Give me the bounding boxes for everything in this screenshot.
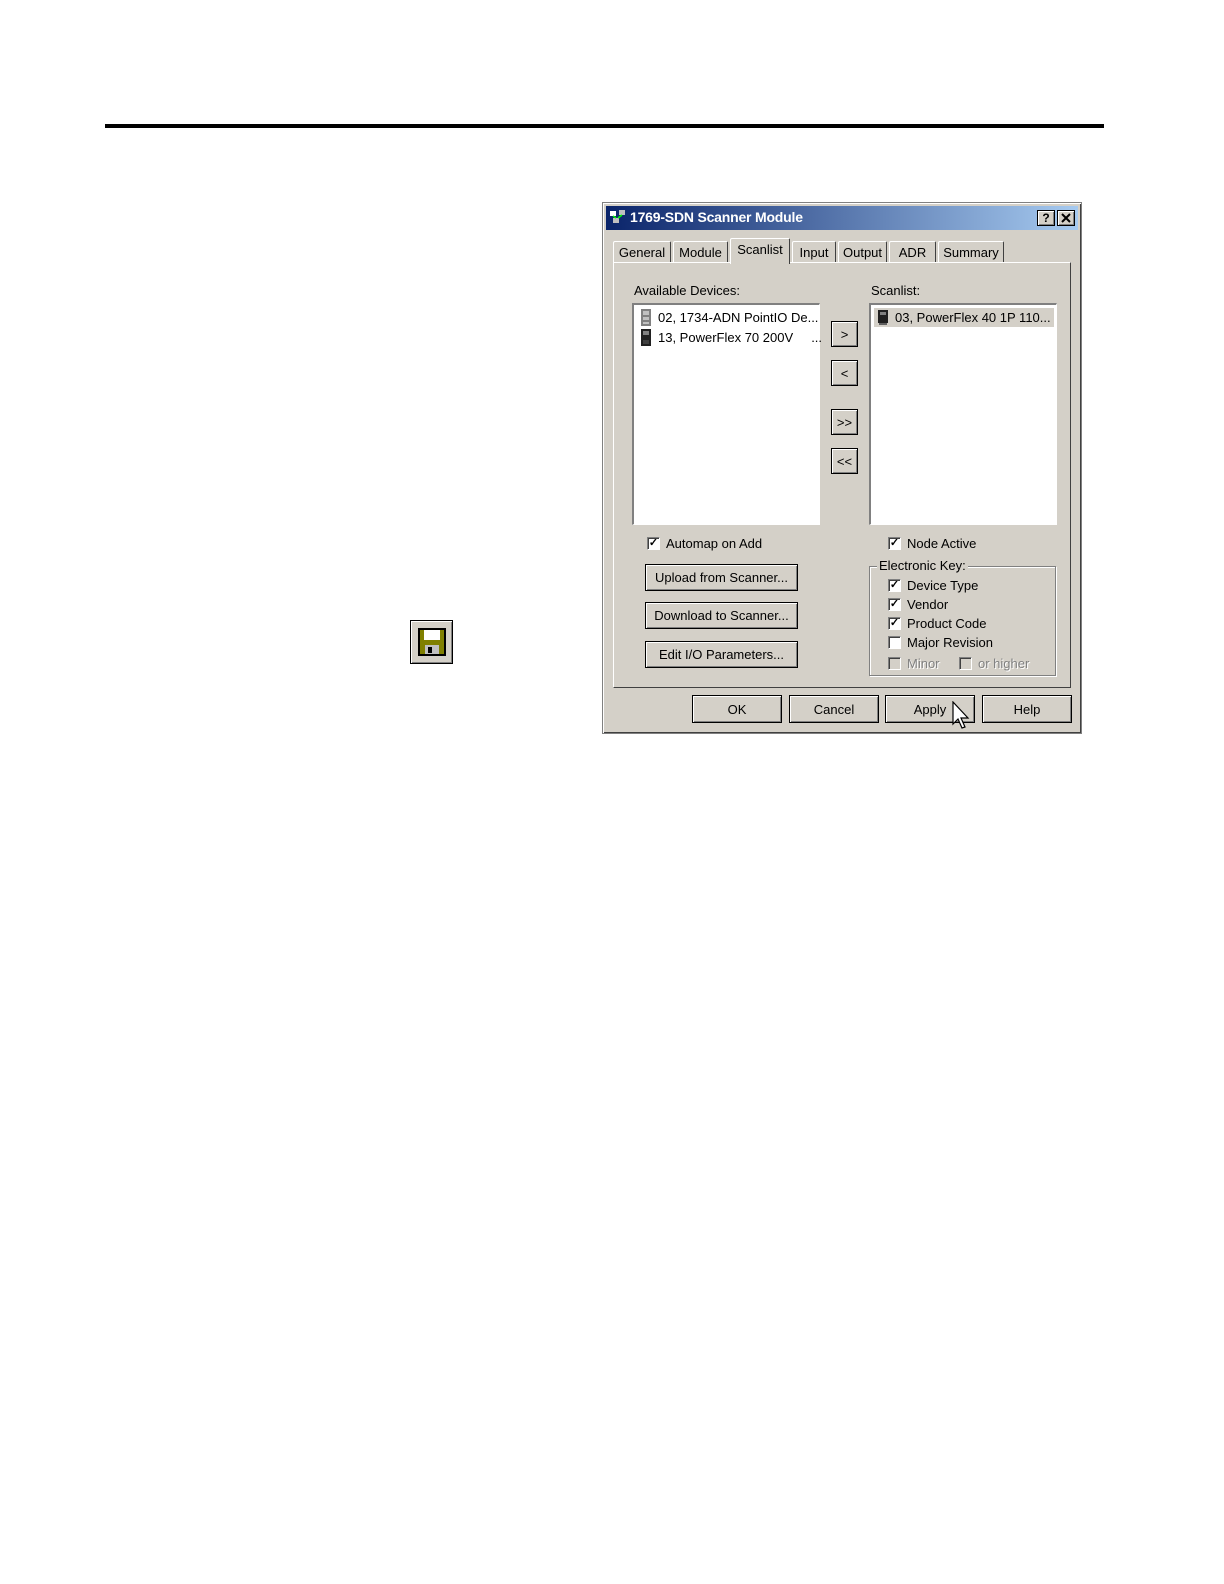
list-item-label: 02, 1734-ADN PointIO De...	[658, 310, 819, 325]
mouse-pointer-icon	[952, 701, 970, 729]
vendor-label: Vendor	[907, 597, 949, 612]
help-title-button[interactable]: ?	[1037, 210, 1055, 226]
title-bar: 1769-SDN Scanner Module ?	[606, 206, 1078, 230]
ok-button[interactable]: OK	[692, 695, 782, 723]
product-code-label: Product Code	[907, 616, 987, 631]
major-revision-checkbox[interactable]	[888, 636, 901, 649]
tab-adr[interactable]: ADR	[889, 241, 936, 263]
page-rule	[105, 124, 1104, 128]
tab-input[interactable]: Input	[792, 241, 836, 263]
close-icon	[1061, 213, 1071, 223]
device-type-label: Device Type	[907, 578, 979, 593]
or-higher-checkbox[interactable]	[959, 657, 972, 670]
pointio-adapter-icon	[641, 309, 651, 326]
save-button[interactable]	[410, 620, 453, 664]
product-code-checkbox[interactable]: ✓	[888, 617, 901, 630]
tab-output[interactable]: Output	[838, 241, 887, 263]
cancel-button[interactable]: Cancel	[789, 695, 879, 723]
add-all-devices-button[interactable]: >>	[831, 409, 858, 435]
scanlist-list[interactable]: 03, PowerFlex 40 1P 110...	[869, 303, 1057, 525]
close-button[interactable]	[1057, 210, 1075, 226]
list-item-label: 03, PowerFlex 40 1P 110...	[895, 310, 1051, 325]
electronic-key-title: Electronic Key:	[877, 558, 968, 573]
tab-summary[interactable]: Summary	[938, 241, 1004, 263]
list-item-label: 13, PowerFlex 70 200V ...	[658, 330, 823, 345]
node-active-label: Node Active	[907, 536, 977, 551]
remove-device-button[interactable]: <	[831, 360, 858, 386]
drive-icon	[878, 310, 888, 325]
vendor-checkbox[interactable]: ✓	[888, 598, 901, 611]
help-button[interactable]: Help	[982, 695, 1072, 723]
minor-checkbox[interactable]	[888, 657, 901, 670]
list-item[interactable]: 02, 1734-ADN PointIO De...	[637, 308, 819, 327]
device-type-checkbox[interactable]: ✓	[888, 579, 901, 592]
or-higher-label: or higher	[978, 656, 1030, 671]
available-devices-list[interactable]: 02, 1734-ADN PointIO De... 13, PowerFlex…	[632, 303, 822, 525]
upload-from-scanner-button[interactable]: Upload from Scanner...	[645, 564, 798, 591]
list-item[interactable]: 13, PowerFlex 70 200V ...	[637, 328, 822, 347]
automap-label: Automap on Add	[666, 536, 763, 551]
tab-scanlist[interactable]: Scanlist	[730, 238, 790, 264]
tab-module[interactable]: Module	[673, 241, 728, 263]
remove-all-devices-button[interactable]: <<	[831, 448, 858, 474]
add-device-button[interactable]: >	[831, 321, 858, 347]
tab-general[interactable]: General	[613, 241, 671, 263]
dialog-title: 1769-SDN Scanner Module	[630, 209, 803, 225]
download-to-scanner-button[interactable]: Download to Scanner...	[645, 602, 798, 629]
floppy-disk-icon	[417, 628, 446, 656]
scanlist-label: Scanlist:	[871, 283, 921, 298]
network-module-icon	[610, 210, 625, 223]
scanner-module-dialog: 1769-SDN Scanner Module ? General Module…	[602, 202, 1082, 734]
edit-io-parameters-button[interactable]: Edit I/O Parameters...	[645, 641, 798, 668]
automap-checkbox[interactable]: ✓	[647, 537, 660, 550]
electronic-key-group: Electronic Key: ✓ Device Type ✓ Vendor ✓…	[869, 558, 1056, 676]
node-active-checkbox[interactable]: ✓	[888, 537, 901, 550]
drive-icon	[641, 329, 651, 346]
minor-label: Minor	[907, 656, 940, 671]
list-item[interactable]: 03, PowerFlex 40 1P 110...	[874, 308, 1054, 327]
scanlist-panel: Available Devices: 02, 1734-ADN PointIO …	[613, 262, 1071, 688]
available-devices-label: Available Devices:	[634, 283, 740, 298]
major-revision-label: Major Revision	[907, 635, 993, 650]
